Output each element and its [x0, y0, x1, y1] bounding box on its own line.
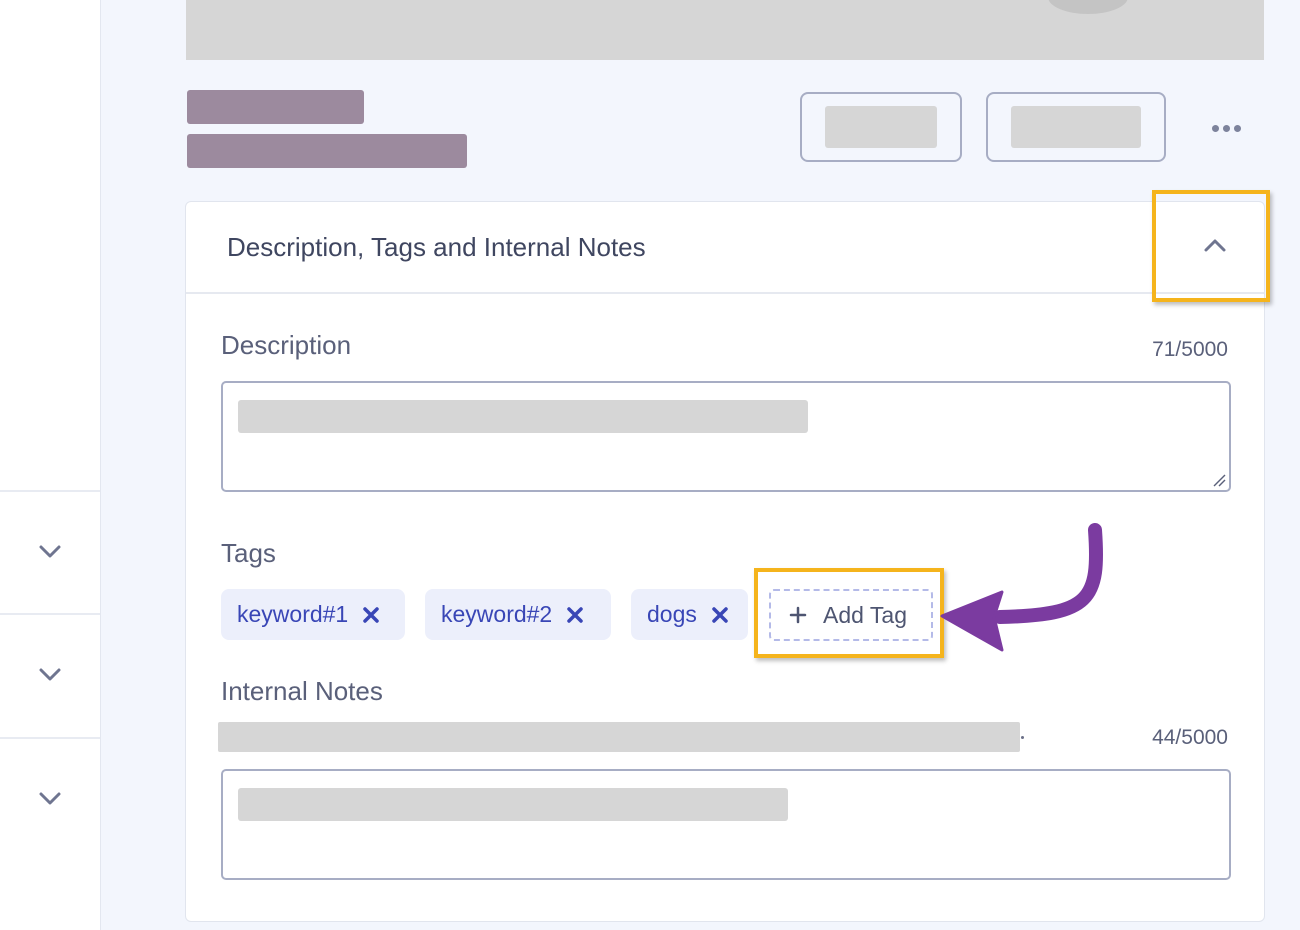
tag-chip: keyword#1 — [221, 589, 405, 640]
tag-label: dogs — [647, 601, 697, 627]
tags-label: Tags — [221, 538, 276, 568]
more-options-button[interactable] — [1200, 112, 1252, 144]
more-horizontal-icon — [1211, 124, 1219, 132]
description-counter: 71/5000 — [1152, 338, 1228, 361]
header-action-button-1[interactable] — [800, 92, 962, 162]
sidebar — [0, 0, 101, 930]
plus-icon — [789, 606, 807, 624]
sidebar-row-2[interactable] — [0, 613, 100, 735]
add-tag-button[interactable]: Add Tag — [769, 589, 933, 641]
button-label-placeholder — [825, 106, 937, 148]
chevron-down-icon — [39, 545, 61, 558]
more-dot — [1233, 124, 1241, 132]
tag-chip: keyword#2 — [425, 589, 611, 640]
sidebar-row-1[interactable] — [0, 490, 100, 612]
more-dot — [1222, 124, 1230, 132]
subtitle-placeholder — [187, 134, 467, 168]
tag-label: keyword#2 — [441, 601, 553, 627]
internal-notes-counter: 44/5000 — [1152, 726, 1228, 749]
tag-label: keyword#1 — [237, 601, 349, 627]
tag-chip: dogs — [631, 589, 748, 640]
remove-tag-icon[interactable] — [362, 606, 380, 624]
section-title: Description, Tags and Internal Notes — [227, 232, 646, 262]
internal-notes-label: Internal Notes — [221, 676, 383, 706]
internal-notes-text-placeholder — [238, 788, 788, 821]
description-label: Description — [221, 330, 352, 360]
internal-notes-hint-placeholder — [218, 722, 1020, 752]
annotation-arrow-icon — [940, 523, 1104, 652]
cover-image — [186, 0, 1264, 60]
sidebar-row-3[interactable] — [0, 737, 100, 859]
title-placeholder — [187, 90, 364, 124]
description-textarea[interactable] — [221, 381, 1231, 492]
collapse-section-button[interactable] — [1152, 190, 1270, 302]
chevron-down-icon — [39, 792, 61, 805]
add-tag-label: Add Tag — [823, 601, 907, 628]
image-shape — [1048, 0, 1128, 14]
remove-tag-icon[interactable] — [566, 606, 584, 624]
remove-tag-icon[interactable] — [711, 606, 729, 624]
resize-handle-icon[interactable] — [1212, 473, 1226, 487]
chevron-up-icon — [1204, 239, 1226, 252]
card-header[interactable]: Description, Tags and Internal Notes — [186, 202, 1264, 294]
button-label-placeholder — [1011, 106, 1141, 148]
chevron-down-icon — [39, 668, 61, 681]
header-action-button-2[interactable] — [986, 92, 1166, 162]
internal-notes-textarea[interactable] — [221, 769, 1231, 880]
hint-period — [1021, 736, 1024, 739]
description-text-placeholder — [238, 400, 808, 433]
